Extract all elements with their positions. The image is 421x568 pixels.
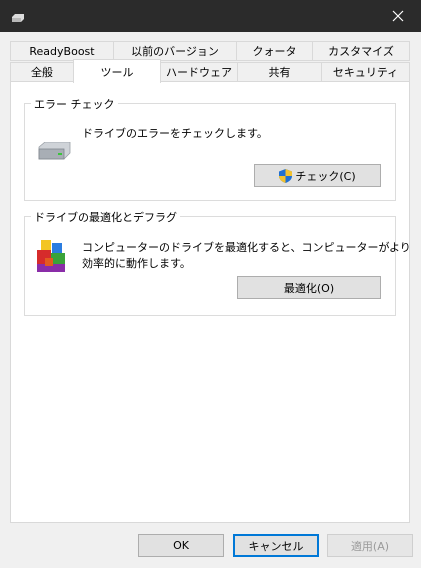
close-icon <box>392 10 404 22</box>
ok-button[interactable]: OK <box>138 534 224 557</box>
optimize-button[interactable]: 最適化(O) <box>237 276 381 299</box>
optimize-button-label: 最適化(O) <box>283 281 335 295</box>
tab-hardware[interactable]: ハードウェア <box>160 62 238 82</box>
cancel-button[interactable]: キャンセル <box>233 534 319 557</box>
hard-drive-icon <box>36 141 72 165</box>
tab-readyboost[interactable]: ReadyBoost <box>10 41 114 61</box>
error-check-title: エラー チェック <box>31 96 118 112</box>
apply-button-label: 適用(A) <box>350 539 390 553</box>
optimize-description-line1: コンピューターのドライブを最適化すると、コンピューターがより <box>82 241 411 254</box>
tab-quota[interactable]: クォータ <box>236 41 313 61</box>
close-button[interactable] <box>375 0 421 32</box>
error-check-description: ドライブのエラーをチェックします。 <box>82 127 268 140</box>
title-bar <box>0 0 421 32</box>
apply-button[interactable]: 適用(A) <box>327 534 413 557</box>
uac-shield-icon <box>279 168 293 183</box>
tab-customize[interactable]: カスタマイズ <box>312 41 410 61</box>
tab-previous-versions[interactable]: 以前のバージョン <box>113 41 237 61</box>
check-button-label: チェック(C) <box>295 169 356 183</box>
tab-general[interactable]: 全般 <box>10 62 74 82</box>
cancel-button-label: キャンセル <box>248 539 304 553</box>
tab-security[interactable]: セキュリティ <box>321 62 410 82</box>
tab-tools[interactable]: ツール <box>73 59 161 83</box>
tab-sharing[interactable]: 共有 <box>237 62 322 82</box>
drive-icon <box>11 12 25 25</box>
optimize-title: ドライブの最適化とデフラグ <box>31 209 180 225</box>
ok-button-label: OK <box>173 539 189 552</box>
defrag-icon <box>35 240 69 277</box>
optimize-group: ドライブの最適化とデフラグ コンピューターのドライブを最適化すると、コンピュータ… <box>24 209 411 316</box>
check-button[interactable]: チェック(C) <box>254 164 381 187</box>
optimize-description-line2: 効率的に動作します。 <box>82 257 191 270</box>
tools-panel: エラー チェック ドライブのエラーをチェックします。 チェック(C) ドライブの… <box>10 81 411 523</box>
error-check-group: エラー チェック ドライブのエラーをチェックします。 チェック(C) <box>24 96 396 201</box>
